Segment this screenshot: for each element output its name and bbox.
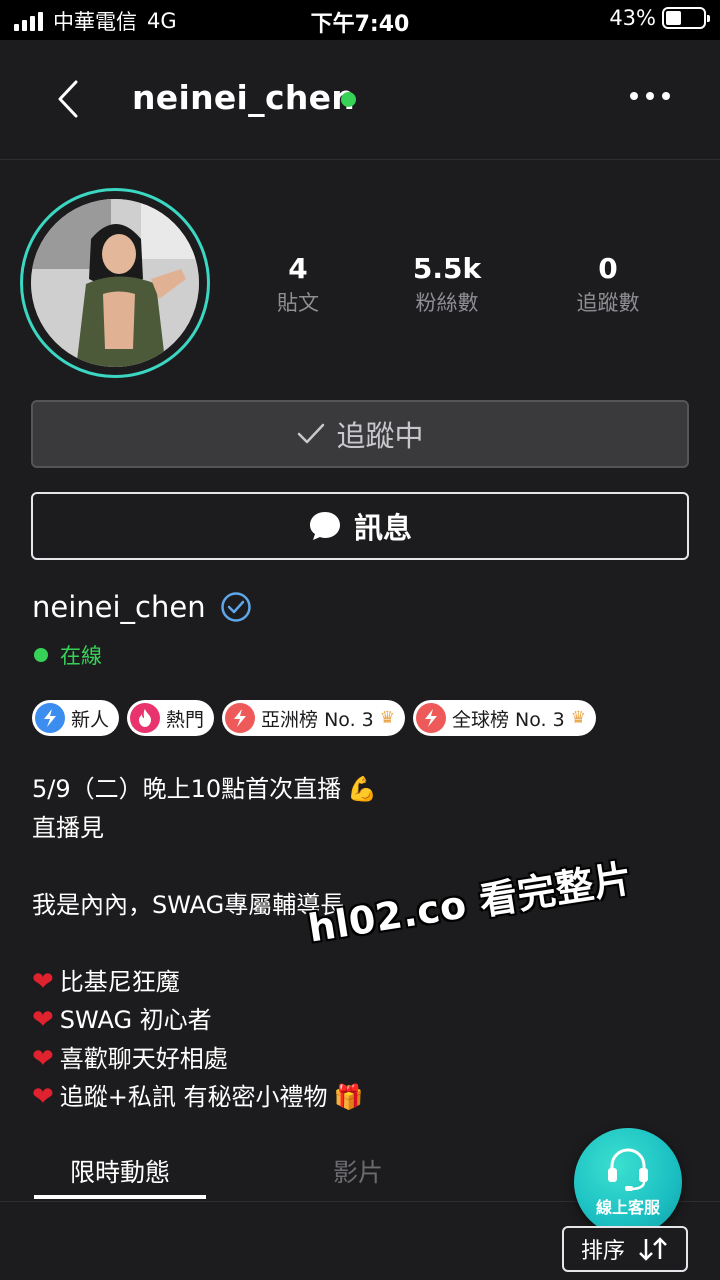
lightning-icon xyxy=(416,703,446,733)
bio-list-item: ❤ 比基尼狂魔 xyxy=(32,963,672,1002)
stat-posts-value: 4 xyxy=(288,252,308,285)
check-icon xyxy=(298,423,325,444)
bio-item-text: 喜歡聊天好相處 xyxy=(59,1044,228,1073)
following-button[interactable]: 追蹤中 xyxy=(31,400,689,468)
bio-list-item: ❤ SWAG 初心者 xyxy=(32,1001,672,1040)
tab-active-indicator xyxy=(34,1195,206,1199)
bio-line-text: 我是內內，SWAG專屬輔導長 xyxy=(32,890,345,919)
bio-line: 5/9（二）晚上10點首次直播 💪 xyxy=(32,770,672,809)
gift-icon: 🎁 xyxy=(333,1083,364,1111)
sort-button-label: 排序 xyxy=(580,1239,625,1264)
stat-following-value: 0 xyxy=(598,252,618,285)
profile-name-row: neinei_chen xyxy=(32,590,252,624)
online-indicator xyxy=(341,92,356,107)
stat-followers[interactable]: 5.5k 粉絲數 xyxy=(377,252,517,317)
badge-label: 亞洲榜 No. 3 xyxy=(261,708,374,731)
bio-line: 直播見 xyxy=(32,809,672,848)
stat-followers-label: 粉絲數 xyxy=(415,291,479,315)
tab-videos[interactable]: 影片 xyxy=(300,1140,416,1202)
status-bar: 中華電信 4G 下午7:40 43% xyxy=(0,0,720,40)
bio-list-item: ❤ 喜歡聊天好相處 xyxy=(32,1040,672,1079)
avatar[interactable] xyxy=(20,188,210,378)
verified-icon xyxy=(220,592,251,622)
badge-list: 新人 熱門 亞洲榜 No. 3 ♛ 全球榜 No. 3 ♛ xyxy=(32,700,596,736)
following-button-label: 追蹤中 xyxy=(336,419,424,453)
badge-hot[interactable]: 熱門 xyxy=(127,700,215,736)
back-button[interactable] xyxy=(50,78,90,120)
badge-label: 全球榜 No. 3 xyxy=(452,708,565,731)
bio-item-text: 比基尼狂魔 xyxy=(59,967,180,996)
bio-item-text: 追蹤+私訊 有秘密小禮物 xyxy=(59,1083,328,1111)
heart-icon: ❤ xyxy=(32,1043,54,1074)
tab-stories[interactable]: 限時動態 xyxy=(34,1140,206,1202)
bio-line-text: 直播見 xyxy=(32,813,104,842)
badge-global-rank[interactable]: 全球榜 No. 3 ♛ xyxy=(413,700,596,736)
status-right: 43% xyxy=(609,6,710,30)
message-button[interactable]: 訊息 xyxy=(31,492,689,560)
crown-icon: ♛ xyxy=(379,708,395,728)
heart-icon: ❤ xyxy=(32,966,54,997)
online-status-label: 在線 xyxy=(60,644,102,668)
page-title: neinei_chen xyxy=(132,78,356,117)
bio-line-text: 5/9（二）晚上10點首次直播 xyxy=(32,775,342,803)
stat-following-label: 追蹤數 xyxy=(576,291,640,315)
flame-icon xyxy=(130,703,161,733)
bio-list-item: ❤ 追蹤+私訊 有秘密小禮物 🎁 xyxy=(32,1078,672,1117)
avatar-image xyxy=(31,199,199,367)
profile-header: neinei_chen xyxy=(0,40,720,160)
battery-percent: 43% xyxy=(609,6,656,30)
bio-item-text: SWAG 初心者 xyxy=(59,1006,212,1034)
stat-posts-label: 貼文 xyxy=(277,291,319,315)
message-button-label: 訊息 xyxy=(353,511,412,545)
chevron-left-icon xyxy=(58,80,78,118)
sort-arrows-icon xyxy=(639,1237,667,1261)
badge-label: 新人 xyxy=(71,708,110,731)
lightning-icon xyxy=(225,703,256,733)
crown-icon: ♛ xyxy=(570,708,586,728)
sort-button[interactable]: 排序 xyxy=(562,1226,688,1272)
profile-name: neinei_chen xyxy=(32,590,206,624)
flexed-biceps-icon: 💪 xyxy=(347,775,378,803)
chat-bubble-icon xyxy=(309,512,340,540)
heart-icon: ❤ xyxy=(32,1082,54,1112)
battery-icon xyxy=(662,7,710,29)
online-dot-icon xyxy=(34,648,48,662)
heart-icon: ❤ xyxy=(32,1005,54,1035)
more-options-button[interactable] xyxy=(630,92,672,106)
stat-followers-value: 5.5k xyxy=(412,252,482,285)
headset-icon xyxy=(608,1148,648,1191)
customer-service-button[interactable]: 線上客服 xyxy=(574,1128,682,1236)
lightning-icon xyxy=(35,703,65,733)
stat-posts[interactable]: 4 貼文 xyxy=(228,252,368,317)
badge-label: 熱門 xyxy=(166,708,205,731)
badge-newcomer[interactable]: 新人 xyxy=(32,700,120,736)
stat-following[interactable]: 0 追蹤數 xyxy=(538,252,678,317)
customer-service-label: 線上客服 xyxy=(595,1198,660,1217)
online-status: 在線 xyxy=(34,640,102,670)
profile-stats: 4 貼文 5.5k 粉絲數 0 追蹤數 xyxy=(240,252,700,322)
badge-asia-rank[interactable]: 亞洲榜 No. 3 ♛ xyxy=(222,700,405,736)
